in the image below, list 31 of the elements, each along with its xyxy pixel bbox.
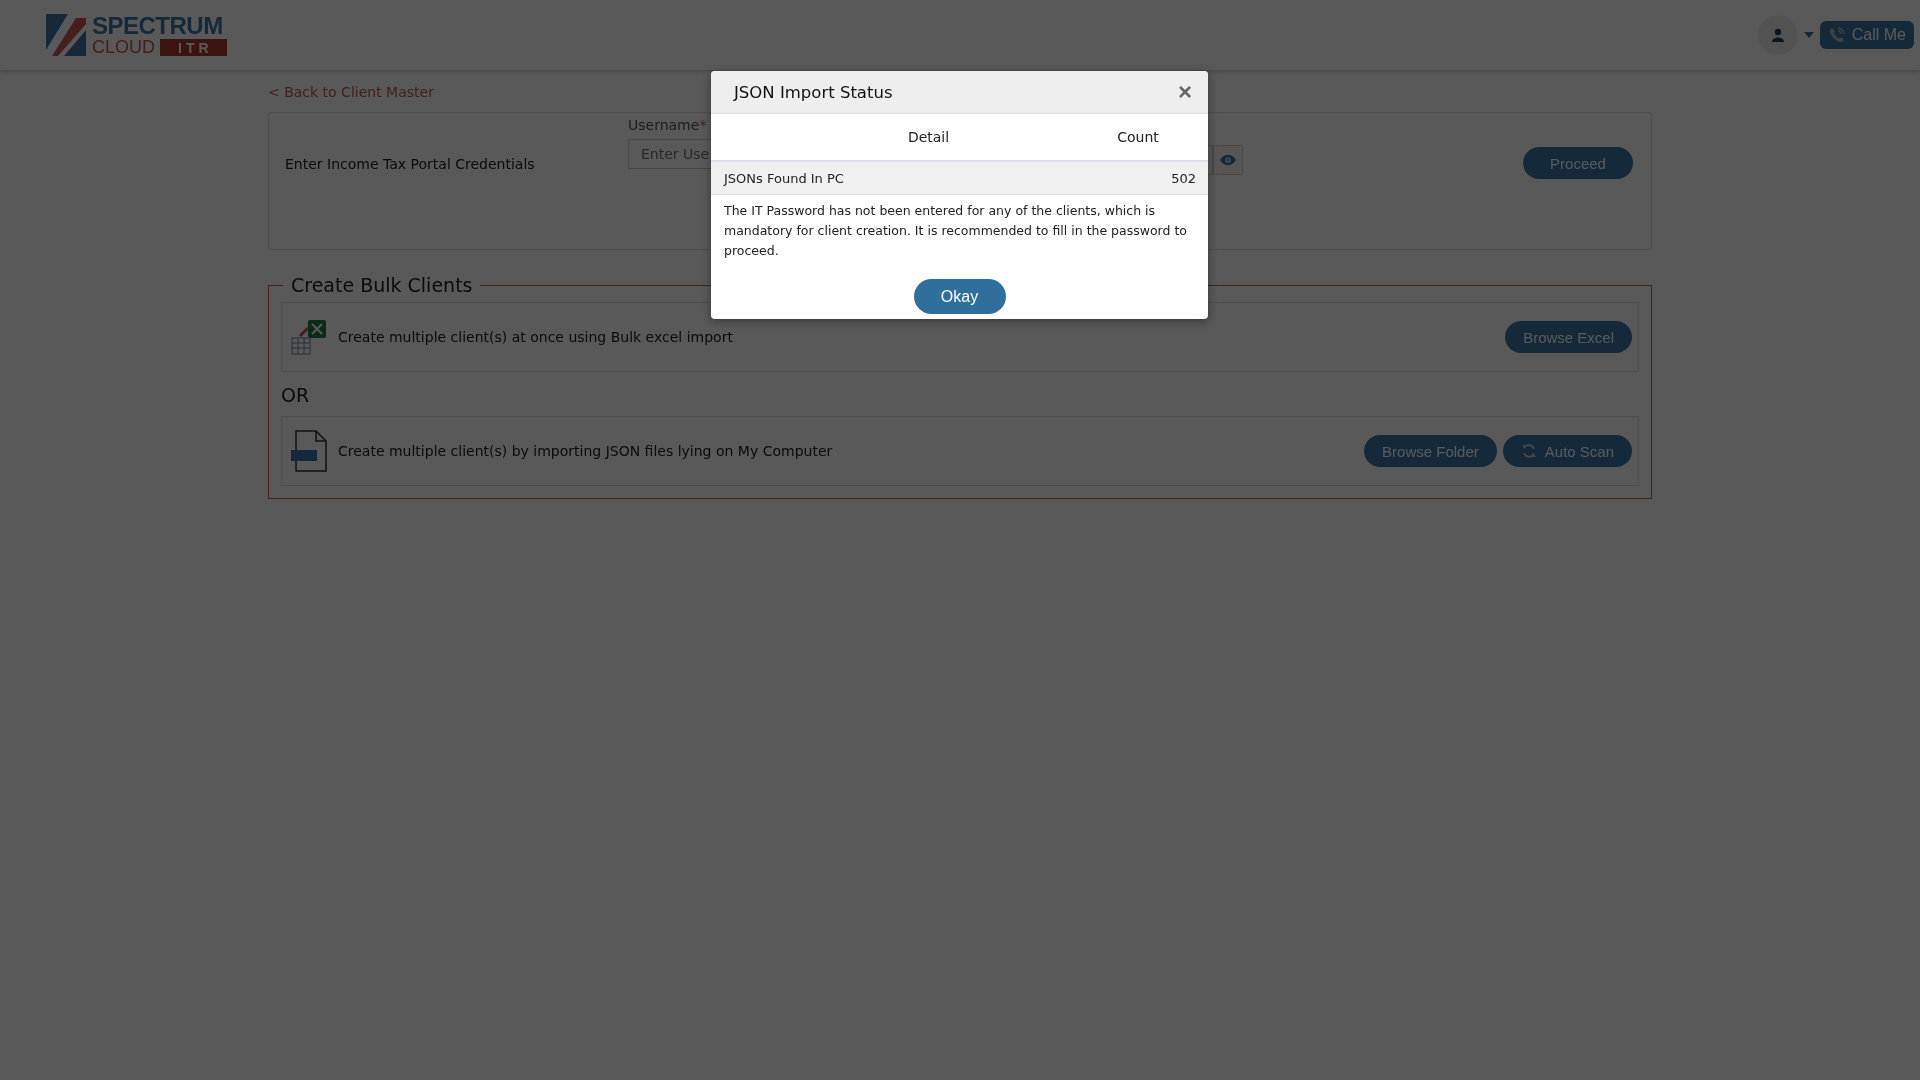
- logo-wordmark: SPECTRUM: [92, 14, 224, 38]
- json-file-icon: [290, 430, 328, 472]
- dialog-message: The IT Password has not been entered for any of the clients, which is mandatory for client creation. It is recommended to fill in the password to proceed.: [724, 202, 1188, 260]
- dialog-title: JSON Import Status: [734, 82, 893, 102]
- phone-icon: [1827, 26, 1846, 44]
- caret-icon[interactable]: [1803, 32, 1814, 38]
- proceed-button[interactable]: Proceed: [1523, 147, 1633, 179]
- credentials-label: Enter Income Tax Portal Credentials: [285, 156, 536, 172]
- username-label: Username*: [628, 117, 708, 133]
- close-button[interactable]: ×: [1178, 80, 1192, 104]
- show-password-button[interactable]: [1213, 145, 1243, 175]
- import-button[interactable]: Browse Excel: [1505, 321, 1632, 353]
- logo-subtitle: CLOUD: [92, 38, 155, 56]
- table-cell: JSONs Found In PC: [711, 161, 1087, 195]
- logo-badge: ITR: [160, 38, 227, 56]
- import-button[interactable]: Browse Folder: [1364, 435, 1497, 467]
- section-title: Create Bulk Clients: [290, 274, 474, 296]
- spreadsheet-icon: [290, 318, 328, 356]
- okay-button[interactable]: Okay: [913, 279, 1006, 314]
- logo-mark-icon: [46, 14, 88, 56]
- option-description: Create multiple client(s) at once using Bulk excel import: [338, 329, 733, 345]
- user-avatar-button[interactable]: [1757, 15, 1798, 55]
- back-link[interactable]: < Back to Client Master: [268, 84, 434, 100]
- or-separator: OR: [281, 384, 311, 406]
- eye-icon: [1219, 154, 1237, 166]
- table-cell: 502: [1087, 161, 1208, 195]
- refresh-icon: [1520, 443, 1537, 459]
- import-button[interactable]: Auto Scan: [1502, 435, 1632, 467]
- user-icon: [1770, 28, 1785, 42]
- option-description: Create multiple client(s) by importing JSON files lying on My Computer: [338, 443, 833, 459]
- call-me-button[interactable]: Call Me: [1819, 21, 1914, 49]
